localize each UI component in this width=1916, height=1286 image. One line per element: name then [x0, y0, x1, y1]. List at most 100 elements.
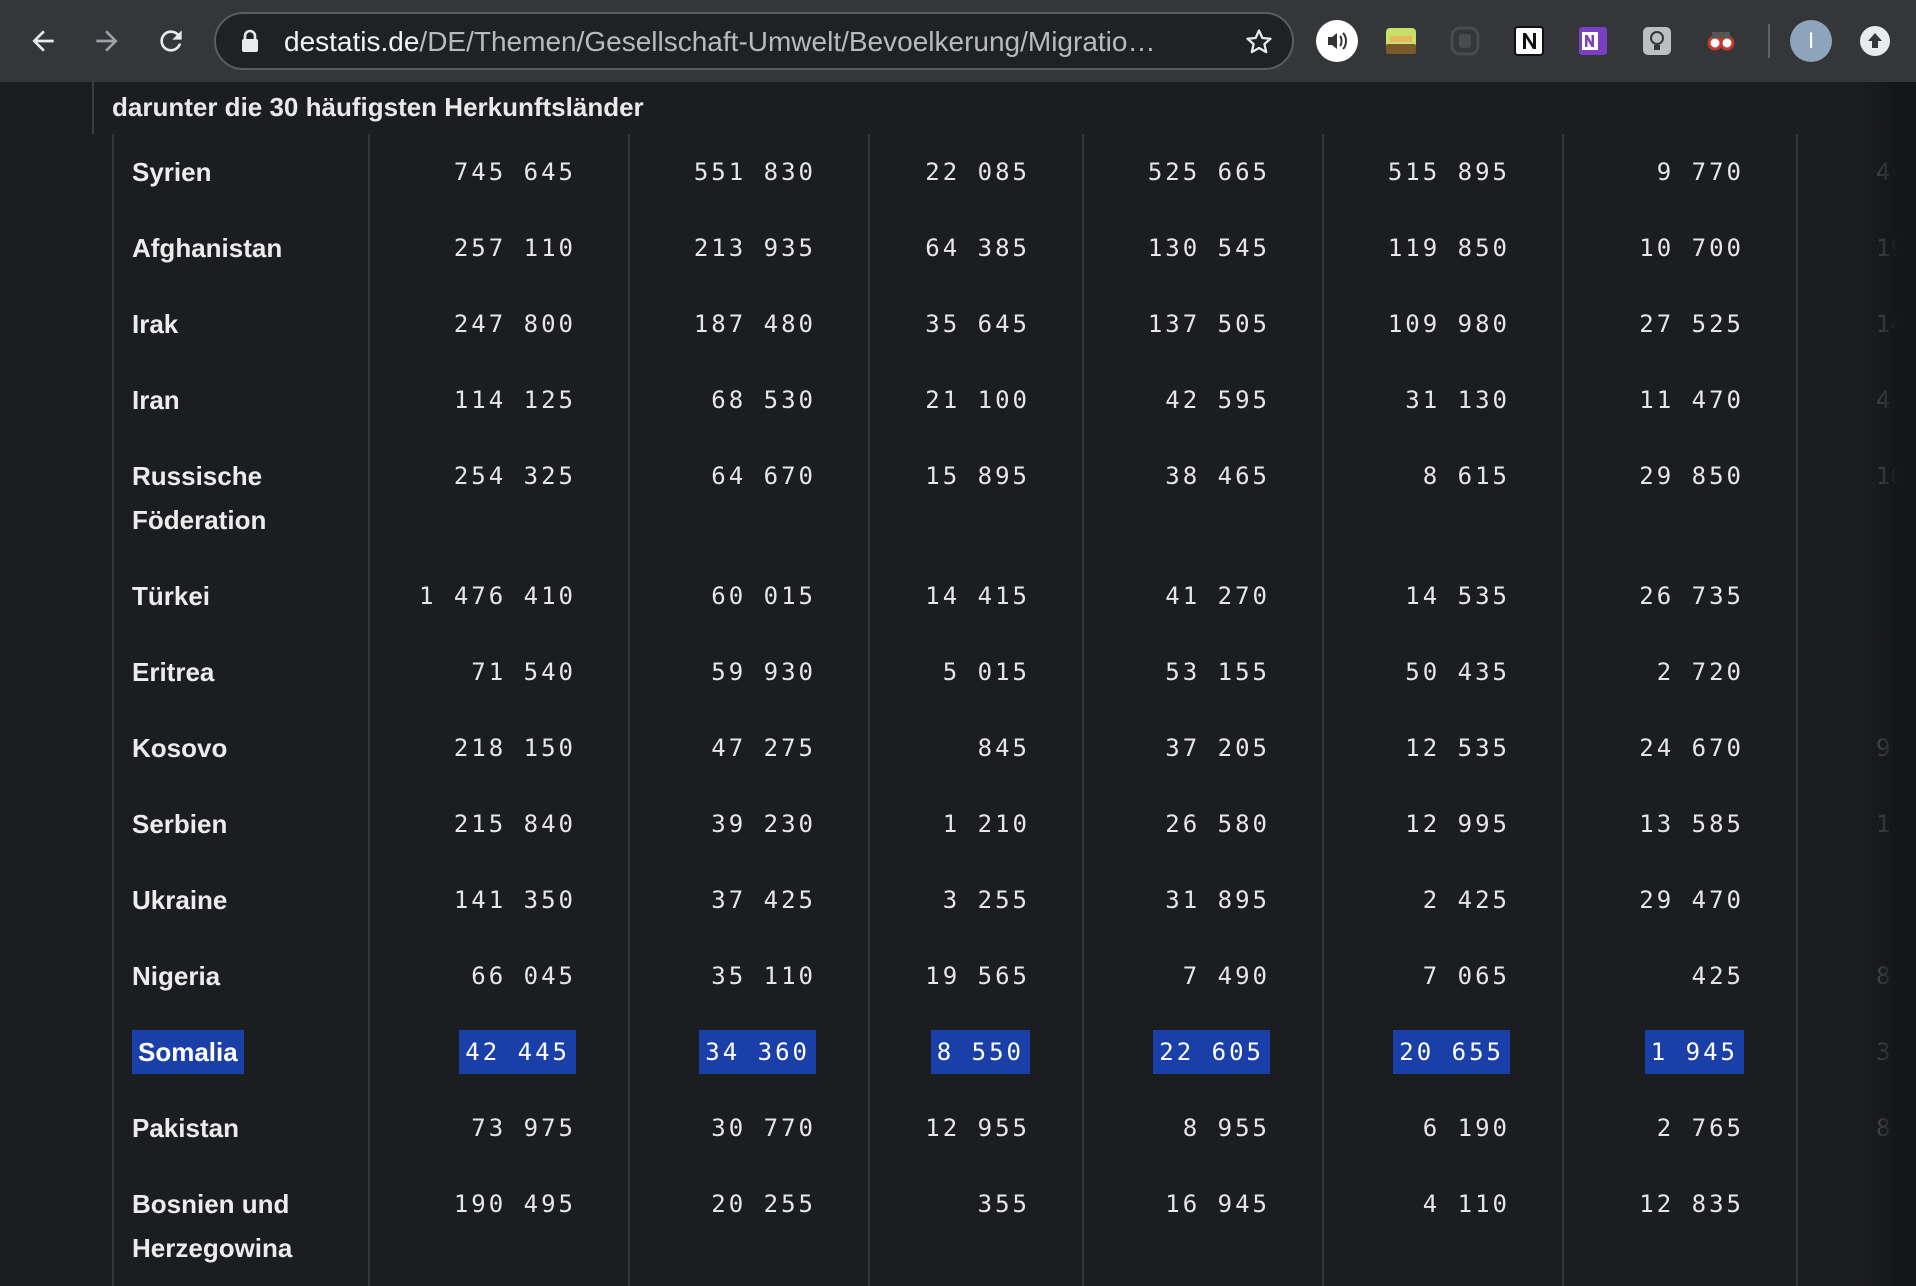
- table-cell: 845: [978, 726, 1030, 770]
- table-cell: 2 425: [1423, 878, 1510, 922]
- cell-value: 59 930: [711, 658, 816, 686]
- lightbulb-extension-icon[interactable]: [1636, 20, 1678, 62]
- country-name-line: Pakistan: [132, 1113, 239, 1143]
- cell-value: 525 665: [1147, 158, 1270, 186]
- table-cell: 7 065: [1423, 954, 1510, 998]
- table-caption: darunter die 30 häufigsten Herkunftsländ…: [112, 92, 644, 122]
- table-cell: 22 085: [925, 150, 1030, 194]
- table-cell: 525 665: [1148, 150, 1270, 194]
- cell-value: 35 645: [925, 310, 1030, 338]
- table-cell: 2 720: [1657, 650, 1744, 694]
- table-cell: 35 110: [711, 954, 816, 998]
- binoculars-extension-icon[interactable]: [1700, 20, 1742, 62]
- table-divider: [1796, 134, 1798, 1286]
- table-divider: [628, 134, 630, 1286]
- cell-value: 7 065: [1422, 962, 1510, 990]
- cell-value: 14 415: [925, 582, 1030, 610]
- cell-value: 745 645: [453, 158, 576, 186]
- cell-value: 22 605: [1153, 1030, 1270, 1074]
- cell-value: 8 550: [930, 1030, 1030, 1074]
- grass-extension-icon[interactable]: [1380, 20, 1422, 62]
- country-name-line: Iran: [132, 385, 180, 415]
- country-name-line: Herzegowina: [132, 1233, 293, 1263]
- toolbar-separator: [1768, 24, 1770, 58]
- table-cell: 31 130: [1405, 378, 1510, 422]
- table-cell: 59 930: [711, 650, 816, 694]
- cell-value: 31 895: [1165, 886, 1270, 914]
- cell-value: 42 445: [459, 1030, 576, 1074]
- cell-value: 218 150: [453, 734, 576, 762]
- cell-value: 114 125: [453, 386, 576, 414]
- table-cell: 42 445: [459, 1030, 576, 1074]
- cell-value: 12 835: [1639, 1190, 1744, 1218]
- table-cell: 4 110: [1423, 1182, 1510, 1226]
- country-name-line: Serbien: [132, 809, 228, 839]
- country-name: Irak: [132, 302, 178, 346]
- cell-value: 551 830: [693, 158, 816, 186]
- url-text: destatis.de/DE/Themen/Gesellschaft-Umwel…: [284, 26, 1155, 58]
- country-name-line: Eritrea: [132, 657, 215, 687]
- notion-extension-icon[interactable]: [1508, 20, 1550, 62]
- table-cell: 130 545: [1148, 226, 1270, 270]
- table-cell: 8 550: [930, 1030, 1030, 1074]
- country-name: Kosovo: [132, 726, 227, 770]
- country-name-line: Föderation: [132, 505, 267, 535]
- country-name: Afghanistan: [132, 226, 282, 270]
- table-cell: 215 840: [454, 802, 576, 846]
- bookmark-star-icon[interactable]: [1244, 27, 1274, 57]
- table-divider: [112, 134, 114, 1286]
- table-cell: 551 830: [694, 150, 816, 194]
- table-cell: 30 770: [711, 1106, 816, 1150]
- reload-icon[interactable]: [146, 16, 196, 66]
- lock-icon: [242, 29, 258, 52]
- table-cell: 218 150: [454, 726, 576, 770]
- table-cell: 37 205: [1165, 726, 1270, 770]
- table-cell: 31 895: [1165, 878, 1270, 922]
- read-aloud-extension-icon[interactable]: [1316, 20, 1358, 62]
- cell-value: 11 470: [1639, 386, 1744, 414]
- table-divider: [1322, 134, 1324, 1286]
- table-cell: 2 765: [1657, 1106, 1744, 1150]
- table-cell: 21 100: [925, 378, 1030, 422]
- table-cell: 50 435: [1405, 650, 1510, 694]
- cell-value: 29 850: [1639, 462, 1744, 490]
- cell-value: 39 230: [711, 810, 816, 838]
- table-cell: 16 945: [1165, 1182, 1270, 1226]
- cell-value: 2 720: [1656, 658, 1744, 686]
- table-cell: 254 325: [454, 454, 576, 498]
- cell-value: 5 015: [942, 658, 1030, 686]
- cell-value: 31 130: [1405, 386, 1510, 414]
- cell-value: 8 955: [1182, 1114, 1270, 1142]
- country-name: Eritrea: [132, 650, 214, 694]
- cell-value: 26 735: [1639, 582, 1744, 610]
- country-name: Türkei: [132, 574, 210, 618]
- table-cell: 64 385: [925, 226, 1030, 270]
- table-cell: 12 535: [1405, 726, 1510, 770]
- country-name-line: Russische: [132, 461, 263, 491]
- disabled-extension-icon[interactable]: [1444, 20, 1486, 62]
- table-cell: 190 495: [454, 1182, 576, 1226]
- table-cell: 14 535: [1405, 574, 1510, 618]
- cell-value: 71 540: [471, 658, 576, 686]
- table-cell: 1 210: [943, 802, 1030, 846]
- table-cell: 119 850: [1388, 226, 1510, 270]
- table-cell: 15 895: [925, 454, 1030, 498]
- country-name: Pakistan: [132, 1106, 239, 1150]
- onenote-extension-icon[interactable]: [1572, 20, 1614, 62]
- table-cell: 425: [1692, 954, 1744, 998]
- table-cell: 11 470: [1639, 378, 1744, 422]
- cell-value: 19 565: [925, 962, 1030, 990]
- cell-value: 16 945: [1165, 1190, 1270, 1218]
- profile-avatar[interactable]: I: [1790, 20, 1832, 62]
- country-name: Nigeria: [132, 954, 220, 998]
- address-bar[interactable]: destatis.de/DE/Themen/Gesellschaft-Umwel…: [214, 12, 1294, 70]
- cell-value: 137 505: [1147, 310, 1270, 338]
- table-cell: 19 565: [925, 954, 1030, 998]
- back-arrow-icon[interactable]: [18, 16, 68, 66]
- country-name: Serbien: [132, 802, 227, 846]
- update-icon[interactable]: [1854, 20, 1896, 62]
- table-cell: 114 125: [454, 378, 576, 422]
- cell-value: 1 945: [1644, 1030, 1744, 1074]
- cell-value: 254 325: [453, 462, 576, 490]
- forward-arrow-icon[interactable]: [82, 16, 132, 66]
